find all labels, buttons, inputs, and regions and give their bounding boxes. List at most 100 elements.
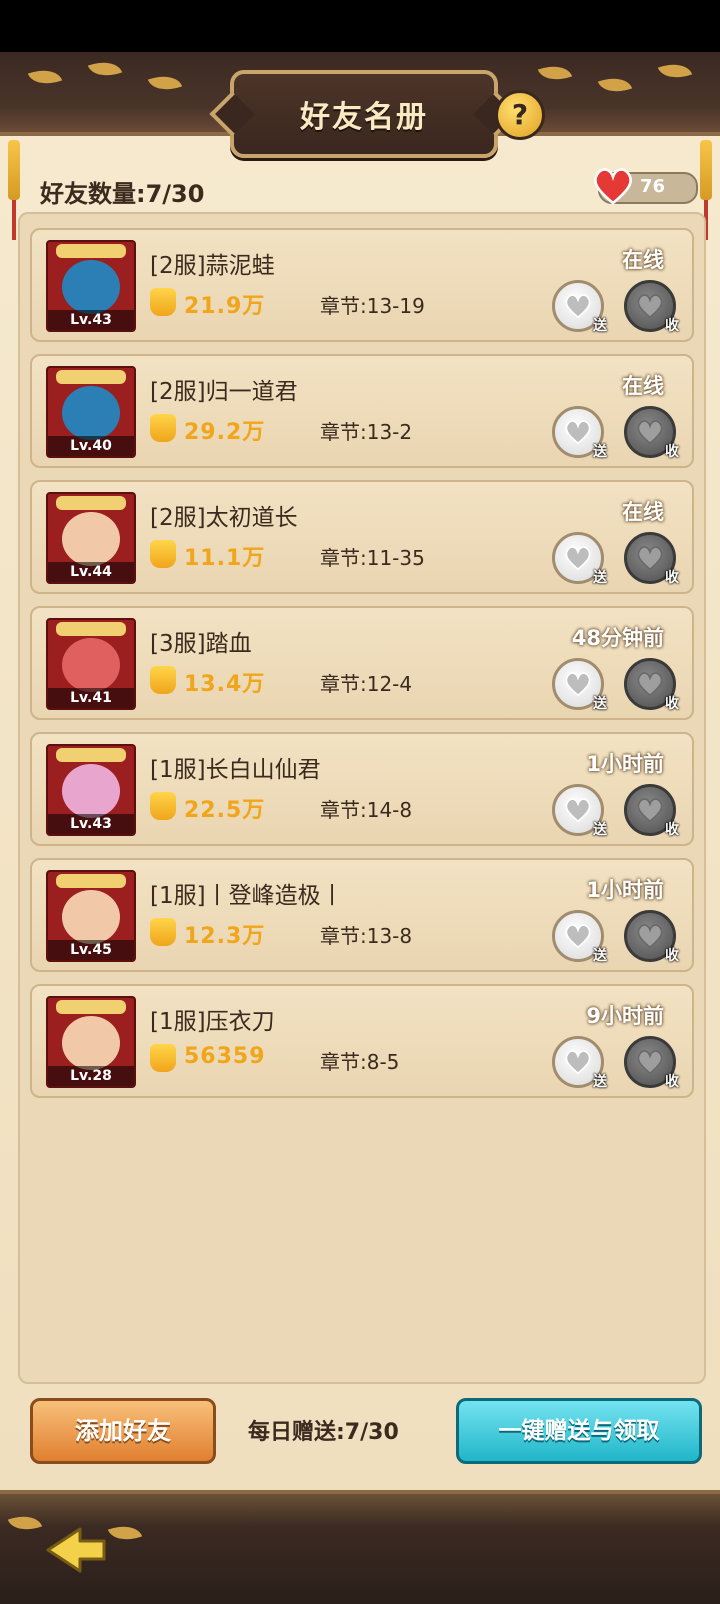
friend-row[interactable]: Lv.41 [3服]踏血 13.4万 章节:12-4 48分钟前 送 收: [30, 606, 694, 720]
friend-name: [3服]踏血: [150, 631, 252, 657]
character-portrait: [62, 512, 120, 566]
friend-name: [1服]压衣刀: [150, 1009, 275, 1035]
online-status: 48分钟前: [571, 626, 664, 650]
heart-icon: [565, 420, 591, 445]
friend-name: [2服]蒜泥蛙: [150, 253, 275, 279]
receive-label: 收: [665, 948, 679, 964]
heart-icon: [637, 924, 663, 949]
send-heart-button[interactable]: 送: [552, 784, 607, 838]
send-label: 送: [593, 696, 607, 712]
fist-icon: [150, 1044, 176, 1072]
character-portrait: [62, 638, 120, 692]
avatar-level: Lv.43: [48, 814, 134, 834]
avatar[interactable]: Lv.28: [46, 996, 136, 1088]
send-label: 送: [593, 1074, 607, 1090]
chapter-progress: 章节:12-4: [320, 672, 413, 696]
hat-decoration: [56, 874, 126, 888]
receive-heart-button[interactable]: 收: [624, 1036, 679, 1090]
title-plate: 好友名册: [230, 70, 498, 158]
heart-icon: [565, 672, 591, 697]
heart-icon: [565, 546, 591, 571]
send-heart-button[interactable]: 送: [552, 406, 607, 460]
add-friend-button[interactable]: 添加好友: [30, 1398, 216, 1464]
fist-icon: [150, 414, 176, 442]
send-heart-button[interactable]: 送: [552, 910, 607, 964]
combat-power: 11.1万: [184, 546, 266, 571]
receive-label: 收: [665, 444, 679, 460]
receive-label: 收: [665, 1074, 679, 1090]
heart-icon: [565, 798, 591, 823]
send-heart-button[interactable]: 送: [552, 658, 607, 712]
one-click-send-receive-button[interactable]: 一键赠送与领取: [456, 1398, 702, 1464]
ginkgo-leaf-decoration: [537, 59, 573, 87]
heart-icon: [637, 420, 663, 445]
help-button[interactable]: ?: [495, 90, 545, 140]
heart-icon: [637, 546, 663, 571]
combat-power: 13.4万: [184, 672, 266, 697]
receive-heart-button[interactable]: 收: [624, 532, 679, 586]
frog-portrait: [62, 260, 120, 314]
friend-name: [1服]丨登峰造极丨: [150, 883, 344, 909]
lantern-decoration: [700, 140, 712, 240]
online-status: 在线: [622, 500, 664, 524]
chapter-progress: 章节:11-35: [320, 546, 425, 570]
character-portrait: [62, 764, 120, 818]
online-status: 在线: [622, 248, 664, 272]
ginkgo-leaf-decoration: [27, 63, 63, 91]
heart-icon: [637, 1050, 663, 1075]
friend-row[interactable]: Lv.44 [2服]太初道长 11.1万 章节:11-35 在线 送 收: [30, 480, 694, 594]
online-status: 在线: [622, 374, 664, 398]
avatar[interactable]: Lv.43: [46, 744, 136, 836]
heart-icon: [565, 924, 591, 949]
lantern-decoration: [8, 140, 20, 240]
avatar-level: Lv.43: [48, 310, 134, 330]
friend-row[interactable]: Lv.43 [1服]长白山仙君 22.5万 章节:14-8 1小时前 送 收: [30, 732, 694, 846]
avatar-level: Lv.28: [48, 1066, 134, 1086]
send-heart-button[interactable]: 送: [552, 532, 607, 586]
receive-heart-button[interactable]: 收: [624, 910, 679, 964]
chapter-progress: 章节:14-8: [320, 798, 413, 822]
character-portrait: [62, 890, 120, 944]
back-arrow-icon[interactable]: [40, 1525, 110, 1575]
hat-decoration: [56, 496, 126, 510]
friend-row[interactable]: Lv.45 [1服]丨登峰造极丨 12.3万 章节:13-8 1小时前 送 收: [30, 858, 694, 972]
receive-heart-button[interactable]: 收: [624, 280, 679, 334]
character-portrait: [62, 1016, 120, 1070]
send-heart-button[interactable]: 送: [552, 1036, 607, 1090]
online-status: 1小时前: [586, 752, 664, 776]
status-bar: [0, 0, 720, 52]
send-label: 送: [593, 948, 607, 964]
friend-row[interactable]: Lv.43 [2服]蒜泥蛙 21.9万 章节:13-19 在线 送 收: [30, 228, 694, 342]
combat-power: 56359: [184, 1044, 266, 1069]
heart-icon: [565, 1050, 591, 1075]
hat-decoration: [56, 370, 126, 384]
friend-row[interactable]: Lv.28 [1服]压衣刀 56359 章节:8-5 9小时前 送 收: [30, 984, 694, 1098]
receive-heart-button[interactable]: 收: [624, 784, 679, 838]
receive-label: 收: [665, 570, 679, 586]
hat-decoration: [56, 622, 126, 636]
bottom-action-bar: 添加好友 每日赠送:7/30 一键赠送与领取: [0, 1398, 720, 1468]
receive-heart-button[interactable]: 收: [624, 658, 679, 712]
receive-heart-button[interactable]: 收: [624, 406, 679, 460]
fist-icon: [150, 666, 176, 694]
chapter-progress: 章节:13-19: [320, 294, 425, 318]
heart-icon: [637, 294, 663, 319]
avatar[interactable]: Lv.43: [46, 240, 136, 332]
friend-name: [2服]太初道长: [150, 505, 298, 531]
chapter-progress: 章节:13-8: [320, 924, 413, 948]
fist-icon: [150, 540, 176, 568]
avatar[interactable]: Lv.44: [46, 492, 136, 584]
heart-icon: [565, 294, 591, 319]
avatar-level: Lv.40: [48, 436, 134, 456]
avatar-level: Lv.44: [48, 562, 134, 582]
send-heart-button[interactable]: 送: [552, 280, 607, 334]
frog-portrait: [62, 386, 120, 440]
avatar[interactable]: Lv.40: [46, 366, 136, 458]
hat-decoration: [56, 1000, 126, 1014]
avatar[interactable]: Lv.41: [46, 618, 136, 710]
heart-count: 76: [640, 176, 666, 197]
heart-counter: 76: [593, 168, 698, 205]
ginkgo-leaf-decoration: [657, 57, 693, 85]
friend-row[interactable]: Lv.40 [2服]归一道君 29.2万 章节:13-2 在线 送 收: [30, 354, 694, 468]
avatar[interactable]: Lv.45: [46, 870, 136, 962]
